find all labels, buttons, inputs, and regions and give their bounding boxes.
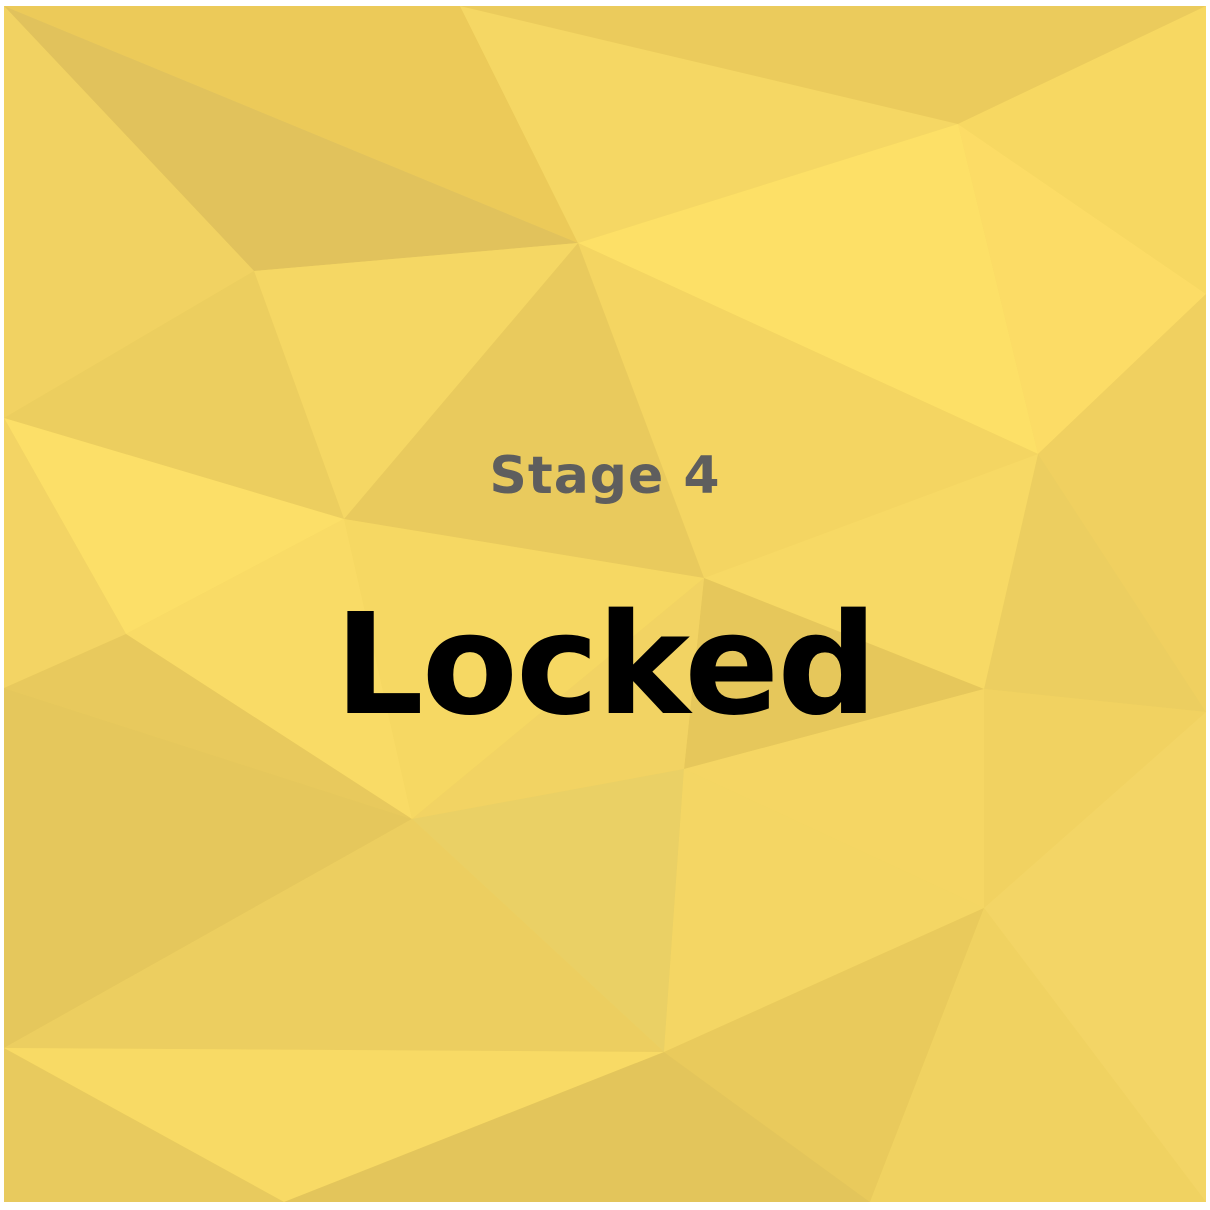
stage-card[interactable]: Stage 4 Locked	[4, 6, 1206, 1202]
lock-status-label: Locked	[334, 584, 878, 747]
stage-label: Stage 4	[489, 446, 721, 506]
